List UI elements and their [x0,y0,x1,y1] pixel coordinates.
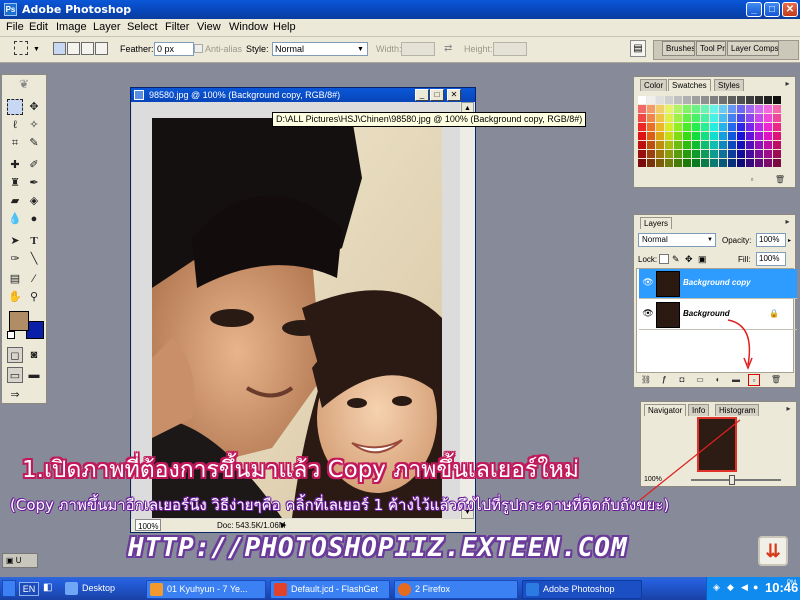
taskbar-firefox[interactable]: 2 Firefox [394,580,518,599]
security-icon[interactable]: ◆ [727,582,734,593]
quicklaunch-icon[interactable]: ◧ [43,582,57,596]
download-icon[interactable]: ⇊ [758,536,788,566]
taskbar-winamp[interactable]: 01 Kyuhyun - 7 Ye... [146,580,266,599]
volume-icon[interactable]: ◀ [741,582,748,593]
tutorial-subline: (Copy ภาพขึ้นมาอีกเลเยอร์นึง วิธีง่ายๆคื… [10,496,670,514]
media-player-icon [150,583,163,596]
system-tray: ◈ ◆ ◀ ● 10:46 PM [706,577,800,600]
firefox-icon [398,583,411,596]
taskbar: EN ◧ Desktop 01 Kyuhyun - 7 Ye... Defaul… [0,577,800,600]
flashget-icon [274,583,287,596]
photoshop-icon [526,583,539,596]
tutorial-headline: 1.เปิดภาพที่ต้องการขึ้นมาแล้ว Copy ภาพขึ… [22,457,579,483]
tray-app-icon[interactable]: ● [753,582,758,592]
start-icon[interactable] [2,580,16,597]
watermark-url: HTTP://PHOTOSHOPIIZ.EXTEEN.COM [128,533,628,563]
clock-suffix: PM [787,580,796,586]
network-icon[interactable]: ◈ [713,582,720,593]
taskbar-flashget[interactable]: Default.jcd - FlashGet [270,580,390,599]
taskbar-photoshop[interactable]: Adobe Photoshop [522,580,642,599]
language-indicator[interactable]: EN [19,582,39,596]
taskbar-desktop[interactable]: Desktop [62,580,142,599]
desktop-icon [65,582,78,595]
